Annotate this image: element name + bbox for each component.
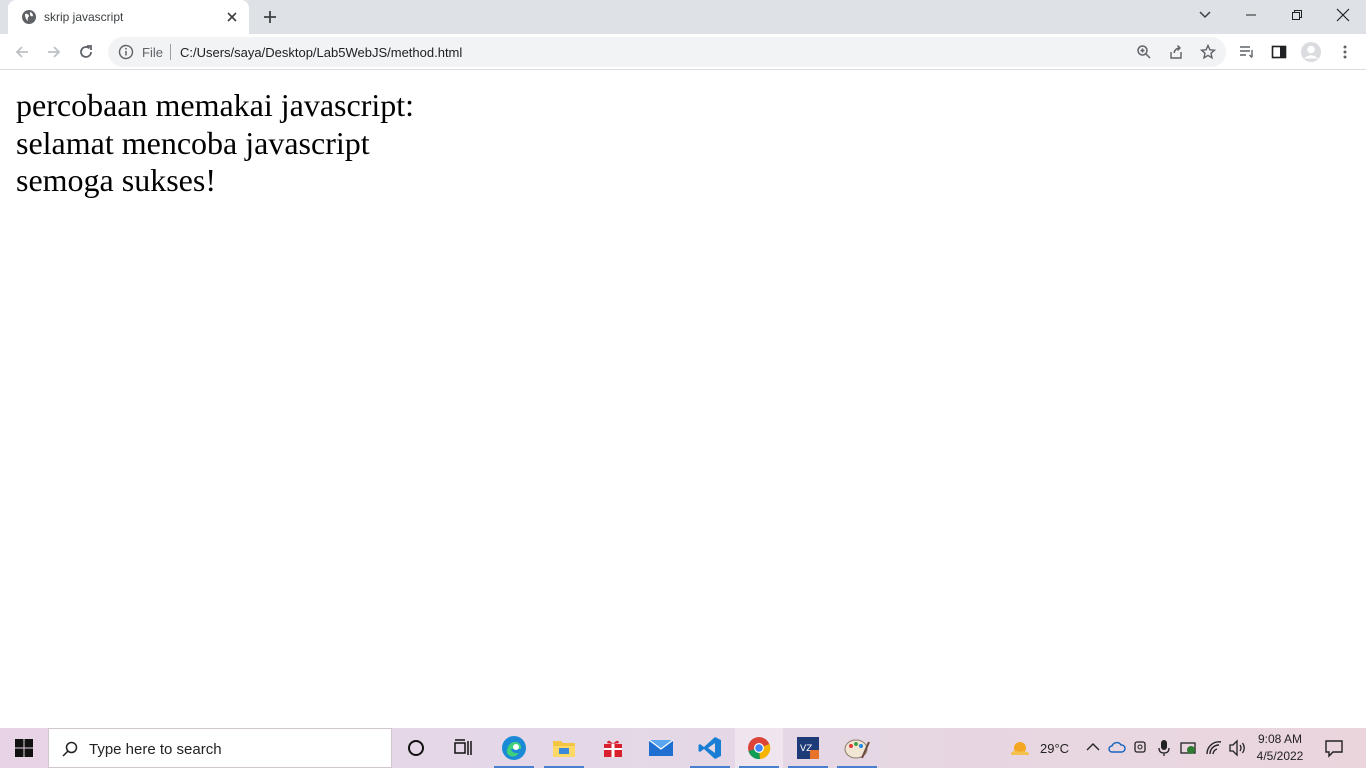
zoom-icon[interactable] <box>1136 44 1152 60</box>
weather-temperature[interactable]: 29°C <box>1040 741 1069 756</box>
file-explorer-app[interactable] <box>540 728 588 768</box>
wifi-icon[interactable] <box>1205 740 1223 756</box>
mail-icon <box>648 739 674 756</box>
close-icon <box>1336 8 1350 22</box>
cloud-icon[interactable] <box>1108 740 1126 754</box>
kebab-menu-icon <box>1343 45 1347 59</box>
side-panel-button[interactable] <box>1267 40 1291 64</box>
vscode-app[interactable] <box>686 728 734 768</box>
windows-logo-icon <box>15 739 33 757</box>
forward-arrow-icon <box>48 46 61 58</box>
share-icon[interactable] <box>1168 44 1184 60</box>
chevron-up-icon[interactable] <box>1086 742 1100 752</box>
address-bar[interactable]: File C:/Users/saya/Desktop/Lab5WebJS/met… <box>108 37 1226 67</box>
edge-app[interactable] <box>490 728 538 768</box>
notification-icon[interactable] <box>1324 738 1344 758</box>
gift-app-icon <box>604 740 622 757</box>
file-explorer-icon <box>553 741 575 757</box>
back-button[interactable] <box>10 40 34 64</box>
gift-app[interactable] <box>589 728 637 768</box>
reload-button[interactable] <box>74 40 98 64</box>
browser-tab[interactable]: skrip javascript <box>8 0 249 34</box>
close-tab-icon[interactable] <box>224 9 240 25</box>
profile-button[interactable] <box>1299 40 1323 64</box>
battery-icon[interactable] <box>1180 740 1198 756</box>
clock-date: 4/5/2022 <box>1256 749 1304 763</box>
url-text[interactable]: C:/Users/saya/Desktop/Lab5WebJS/method.h… <box>180 45 462 60</box>
task-view-icon <box>454 739 472 755</box>
taskbar-search[interactable]: Type here to search <box>48 728 392 768</box>
virtualbox-app[interactable]: VZ <box>784 728 832 768</box>
tab-strip: skrip javascript <box>0 0 1366 34</box>
tab-title: skrip javascript <box>44 10 124 24</box>
bookmark-star-icon[interactable] <box>1200 44 1216 60</box>
menu-button[interactable] <box>1333 40 1357 64</box>
close-window-button[interactable] <box>1329 4 1357 26</box>
paint-app[interactable] <box>833 728 881 768</box>
url-scheme: File <box>142 45 163 60</box>
reload-icon <box>80 45 92 58</box>
text-line-3: semoga sukses! <box>16 162 216 198</box>
meet-now-icon[interactable] <box>1133 739 1149 755</box>
cortana-button[interactable] <box>392 728 440 768</box>
edge-icon <box>502 736 526 760</box>
paint-icon <box>844 739 870 759</box>
search-icon <box>62 741 78 757</box>
task-view-button[interactable] <box>440 728 488 768</box>
restore-button[interactable] <box>1283 4 1311 26</box>
chrome-icon <box>748 737 771 760</box>
system-clock[interactable]: 9:08 AM 4/5/2022 <box>1252 731 1308 765</box>
start-button[interactable] <box>0 728 48 768</box>
page-text: percobaan memakai javascript: selamat me… <box>16 87 414 200</box>
side-panel-icon <box>1271 45 1287 59</box>
tab-search-button[interactable] <box>1191 4 1219 26</box>
microphone-icon[interactable] <box>1157 739 1171 757</box>
volume-icon[interactable] <box>1228 739 1248 757</box>
restore-icon <box>1292 10 1302 20</box>
reading-list-button[interactable] <box>1235 40 1259 64</box>
text-line-2: selamat mencoba javascript <box>16 124 370 161</box>
minimize-button[interactable] <box>1237 4 1265 26</box>
taskbar: Type here to search VZ 29°C 9:08 AM 4/5/… <box>0 728 1366 768</box>
weather-icon[interactable] <box>1009 738 1031 758</box>
clock-time: 9:08 AM <box>1257 732 1303 746</box>
reading-list-icon <box>1240 46 1253 58</box>
info-icon[interactable] <box>118 44 134 60</box>
avatar-icon <box>1301 42 1321 62</box>
vscode-icon <box>698 737 721 759</box>
virtualbox-icon: VZ <box>797 737 819 759</box>
chrome-app[interactable] <box>735 728 783 768</box>
forward-button[interactable] <box>42 40 66 64</box>
cortana-icon <box>408 740 424 756</box>
text-line-1: percobaan memakai javascript: <box>16 87 415 123</box>
globe-icon <box>22 10 36 24</box>
minimize-icon <box>1246 14 1256 16</box>
divider <box>170 44 171 60</box>
chevron-down-icon <box>1199 11 1211 19</box>
mail-app[interactable] <box>637 728 685 768</box>
browser-toolbar: File C:/Users/saya/Desktop/Lab5WebJS/met… <box>0 34 1366 70</box>
back-arrow-icon <box>15 46 28 58</box>
new-tab-icon[interactable] <box>259 7 281 27</box>
page-content: percobaan memakai javascript: selamat me… <box>0 71 1366 728</box>
search-placeholder: Type here to search <box>89 741 222 758</box>
